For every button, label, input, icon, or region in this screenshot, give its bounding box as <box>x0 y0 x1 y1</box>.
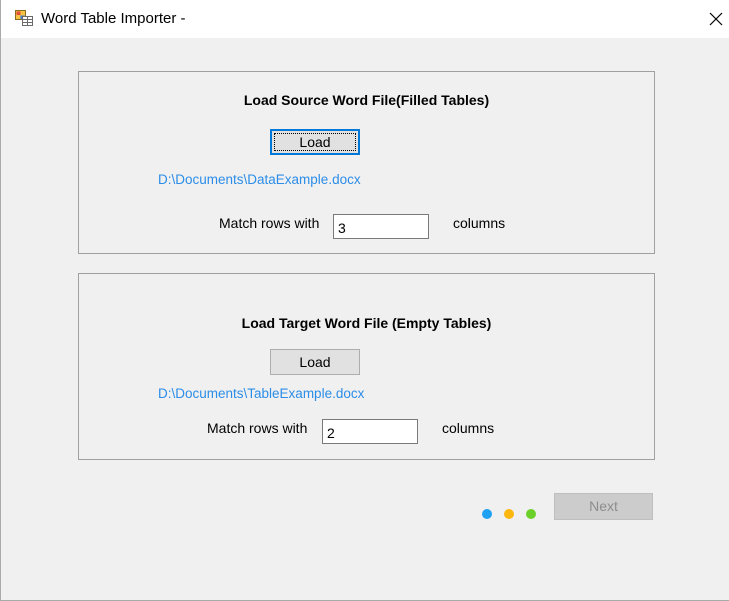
target-columns-label: columns <box>442 420 495 436</box>
source-columns-input[interactable] <box>333 214 429 239</box>
source-file-group: Load Source Word File(Filled Tables) Loa… <box>78 71 655 254</box>
focus-ring <box>274 133 356 151</box>
title-bar[interactable]: Word Table Importer - <box>1 0 729 38</box>
step-dot-3 <box>526 509 536 519</box>
close-icon <box>709 12 723 26</box>
step-dot-2 <box>504 509 514 519</box>
step-dot-1 <box>482 509 492 519</box>
source-heading: Load Source Word File(Filled Tables) <box>243 92 490 108</box>
main-window: Word Table Importer - Load Source Word F… <box>0 0 729 601</box>
close-button[interactable] <box>701 8 729 30</box>
target-load-label: Load <box>299 354 331 370</box>
source-load-button[interactable]: Load <box>270 129 360 155</box>
app-icon <box>15 10 33 26</box>
window-title: Word Table Importer - <box>41 10 186 27</box>
next-button[interactable]: Next <box>554 493 653 520</box>
target-file-path: D:\Documents\TableExample.docx <box>158 386 365 401</box>
source-columns-label: columns <box>453 215 506 231</box>
target-heading: Load Target Word File (Empty Tables) <box>241 315 492 331</box>
source-match-label: Match rows with <box>219 215 320 231</box>
target-columns-input[interactable] <box>322 419 418 444</box>
target-match-label: Match rows with <box>207 420 308 436</box>
source-file-path: D:\Documents\DataExample.docx <box>158 172 361 187</box>
target-file-group: Load Target Word File (Empty Tables) Loa… <box>78 273 655 460</box>
target-load-button[interactable]: Load <box>270 349 360 375</box>
